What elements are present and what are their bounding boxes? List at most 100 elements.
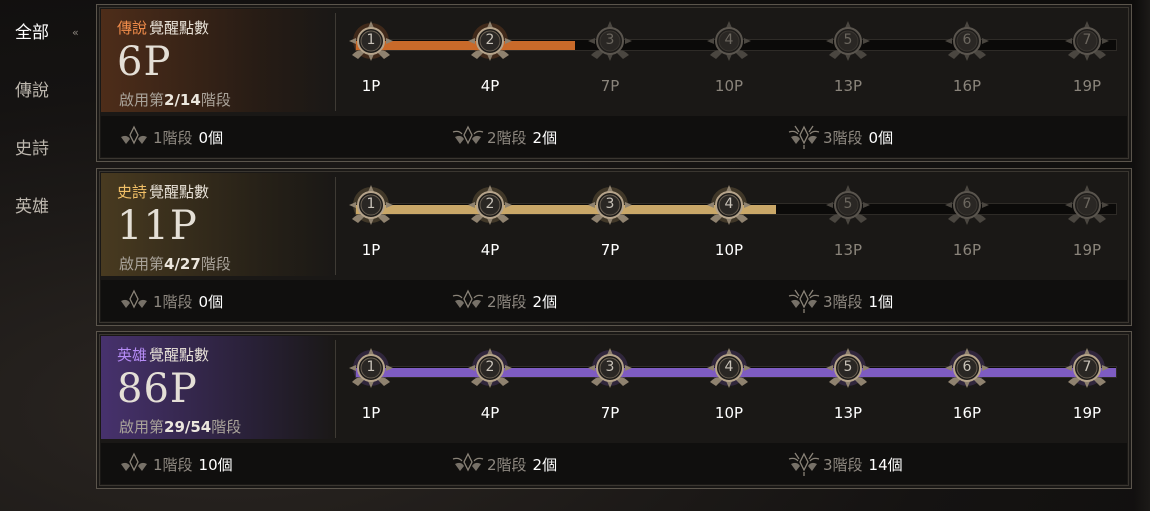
milestone-node-1[interactable]: 1 bbox=[346, 346, 396, 396]
panel-summary: 史詩 覺醒點數 11P 啟用第4/27階段 bbox=[101, 173, 333, 276]
node-points-label: 10P bbox=[714, 77, 744, 95]
milestone-node-5[interactable]: 5 bbox=[823, 183, 873, 233]
stage1-emblem-icon bbox=[117, 451, 151, 477]
medallion-icon bbox=[465, 185, 515, 237]
medallion-icon bbox=[346, 21, 396, 73]
stage-count-2: 2階段 2個 bbox=[451, 451, 557, 477]
stage-count-1: 1階段 10個 bbox=[117, 451, 233, 477]
milestone-node-4[interactable]: 4 bbox=[704, 183, 754, 233]
milestone-node-1[interactable]: 1 bbox=[346, 183, 396, 233]
stage-label: 2階段 bbox=[487, 455, 527, 474]
stage-count-value: 2個 bbox=[532, 455, 558, 474]
node-number: 5 bbox=[843, 359, 853, 375]
node-number: 5 bbox=[843, 32, 853, 48]
stage-count-1: 1階段 0個 bbox=[117, 288, 223, 314]
stage-count-value: 10個 bbox=[198, 455, 233, 474]
stage-count-3: 3階段 1個 bbox=[787, 288, 893, 314]
panel-summary: 英雄 覺醒點數 86P 啟用第29/54階段 bbox=[101, 336, 333, 439]
stage-count-1: 1階段 0個 bbox=[117, 124, 223, 150]
stage-count-value: 2個 bbox=[532, 128, 558, 147]
medallion-icon bbox=[346, 185, 396, 237]
sidebar-item-label: 英雄 bbox=[15, 197, 49, 217]
milestone-node-1[interactable]: 1 bbox=[346, 19, 396, 69]
milestone-node-3[interactable]: 3 bbox=[585, 19, 635, 69]
node-number: 2 bbox=[485, 359, 495, 375]
milestone-node-6[interactable]: 6 bbox=[942, 19, 992, 69]
stage-value: 4/27 bbox=[164, 255, 201, 273]
medallion-icon bbox=[704, 185, 754, 237]
milestone-node-2[interactable]: 2 bbox=[465, 19, 515, 69]
node-number: 7 bbox=[1082, 196, 1092, 212]
node-number: 6 bbox=[962, 196, 972, 212]
milestone-node-7[interactable]: 7 bbox=[1062, 346, 1112, 396]
medallion-icon bbox=[1062, 348, 1112, 400]
stage-suffix: 階段 bbox=[200, 91, 231, 109]
sidebar-item-legend[interactable]: 傳說 bbox=[0, 66, 88, 116]
milestone-node-5[interactable]: 5 bbox=[823, 346, 873, 396]
node-points-label: 13P bbox=[833, 77, 863, 95]
node-points-label: 13P bbox=[833, 241, 863, 259]
rarity-label: 史詩 bbox=[117, 183, 148, 201]
stage-count-value: 0個 bbox=[868, 128, 894, 147]
medallion-icon bbox=[942, 185, 992, 237]
milestone-node-2[interactable]: 2 bbox=[465, 183, 515, 233]
node-points-label: 19P bbox=[1072, 77, 1102, 95]
active-stage-line: 啟用第2/14階段 bbox=[119, 89, 231, 110]
medallion-icon bbox=[1062, 185, 1112, 237]
hero-awakening-panel: 英雄 覺醒點數 86P 啟用第29/54階段 1 1P 2 4P 3 7P 4 10P 5 13P 6… bbox=[96, 331, 1132, 489]
milestone-node-3[interactable]: 3 bbox=[585, 346, 635, 396]
node-points-label: 1P bbox=[361, 241, 381, 259]
awakening-points: 86P bbox=[117, 366, 198, 412]
milestone-node-7[interactable]: 7 bbox=[1062, 183, 1112, 233]
medallion-icon bbox=[704, 348, 754, 400]
stage-count-value: 14個 bbox=[868, 455, 903, 474]
sidebar-item-label: 史詩 bbox=[15, 139, 49, 159]
stage-count-value: 2個 bbox=[532, 292, 558, 311]
node-points-label: 19P bbox=[1072, 241, 1102, 259]
sidebar-item-epic[interactable]: 史詩 bbox=[0, 124, 88, 174]
stage-count-row: 1階段 0個 2階段 2個 3階段 0個 bbox=[101, 116, 1127, 157]
stage3-emblem-icon bbox=[787, 288, 821, 314]
title-suffix: 覺醒點數 bbox=[149, 346, 210, 364]
milestone-node-2[interactable]: 2 bbox=[465, 346, 515, 396]
milestone-node-6[interactable]: 6 bbox=[942, 346, 992, 396]
milestone-node-5[interactable]: 5 bbox=[823, 19, 873, 69]
category-sidebar: 全部 « 傳說 史詩 英雄 bbox=[0, 0, 92, 511]
milestone-node-4[interactable]: 4 bbox=[704, 346, 754, 396]
node-number: 3 bbox=[605, 32, 615, 48]
stage-prefix: 啟用第 bbox=[119, 255, 165, 273]
node-points-label: 16P bbox=[952, 77, 982, 95]
node-points-label: 1P bbox=[361, 77, 381, 95]
milestone-node-7[interactable]: 7 bbox=[1062, 19, 1112, 69]
milestone-node-4[interactable]: 4 bbox=[704, 19, 754, 69]
active-stage-line: 啟用第29/54階段 bbox=[119, 416, 241, 437]
medallion-icon bbox=[942, 21, 992, 73]
sidebar-item-all[interactable]: 全部 « bbox=[0, 8, 88, 58]
node-number: 1 bbox=[366, 359, 376, 375]
node-points-label: 1P bbox=[361, 404, 381, 422]
node-number: 4 bbox=[724, 196, 734, 212]
epic-awakening-panel: 史詩 覺醒點數 11P 啟用第4/27階段 1 1P 2 4P 3 7P 4 10P 5 13P 6 1… bbox=[96, 168, 1132, 326]
medallion-icon bbox=[585, 185, 635, 237]
stage-prefix: 啟用第 bbox=[119, 91, 165, 109]
node-points-label: 7P bbox=[600, 77, 620, 95]
stage-value: 2/14 bbox=[164, 91, 201, 109]
node-number: 1 bbox=[366, 32, 376, 48]
stage-label: 3階段 bbox=[823, 128, 863, 147]
stage2-emblem-icon bbox=[451, 124, 485, 150]
stage-count-3: 3階段 14個 bbox=[787, 451, 903, 477]
stage-label: 1階段 bbox=[153, 292, 193, 311]
node-number: 2 bbox=[485, 196, 495, 212]
node-points-label: 7P bbox=[600, 241, 620, 259]
node-number: 7 bbox=[1082, 32, 1092, 48]
sidebar-item-label: 全部 bbox=[15, 23, 49, 43]
sidebar-item-hero[interactable]: 英雄 bbox=[0, 182, 88, 232]
stage-count-value: 1個 bbox=[868, 292, 894, 311]
node-number: 6 bbox=[962, 359, 972, 375]
medallion-icon bbox=[585, 21, 635, 73]
stage-label: 2階段 bbox=[487, 128, 527, 147]
node-points-label: 7P bbox=[600, 404, 620, 422]
milestone-node-3[interactable]: 3 bbox=[585, 183, 635, 233]
active-indicator-icon: « bbox=[72, 26, 79, 39]
milestone-node-6[interactable]: 6 bbox=[942, 183, 992, 233]
